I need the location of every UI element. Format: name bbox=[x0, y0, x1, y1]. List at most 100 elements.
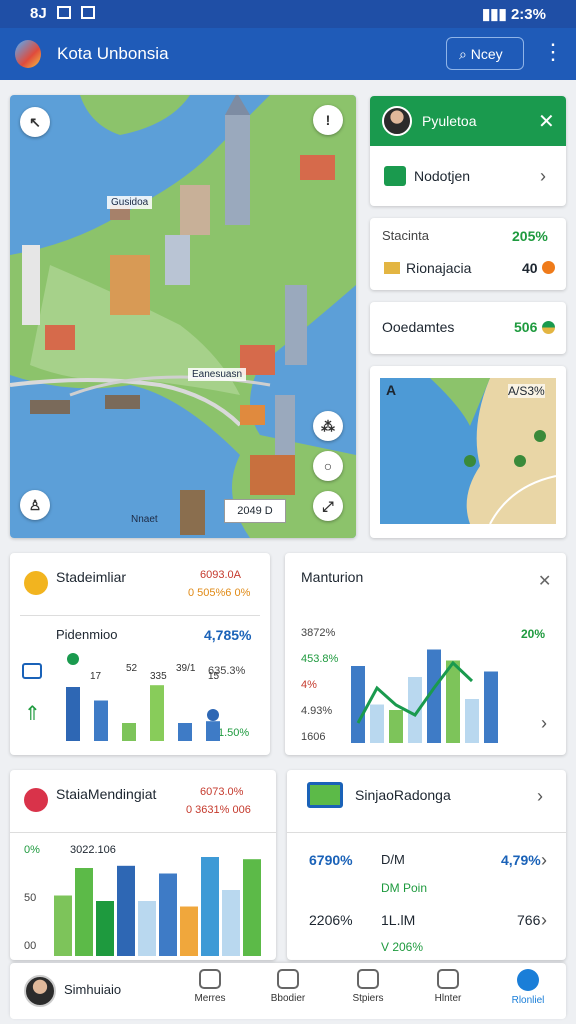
chat-icon bbox=[22, 663, 42, 679]
chart-bar bbox=[446, 660, 460, 743]
chart-card-icon bbox=[24, 571, 48, 595]
stats-card[interactable]: Stacinta 205% Rionajacia 40 bbox=[370, 218, 566, 290]
user-name: Simhuiaio bbox=[64, 982, 122, 997]
bar-label: 17 bbox=[90, 671, 102, 682]
chart-bar bbox=[201, 857, 219, 956]
more-menu-icon[interactable]: ⋮ bbox=[542, 41, 564, 66]
profile-card: Pyuletoa ✕ Nodotjen › bbox=[370, 96, 566, 206]
coordinates-label: Ooedamtes bbox=[382, 319, 455, 335]
profile-title: Pyuletoa bbox=[422, 113, 477, 129]
notification-icon bbox=[56, 6, 71, 19]
manturion-tick: 1606 bbox=[301, 731, 326, 743]
divider bbox=[20, 615, 260, 616]
stats-item: Rionajacia bbox=[406, 260, 472, 276]
nav-profile[interactable]: Rlonliel bbox=[496, 969, 560, 1006]
stat-chart-subtitle: Pidenmioo bbox=[56, 627, 118, 642]
mini-map-value: A/S3% bbox=[508, 384, 545, 398]
info-icon[interactable]: ! bbox=[313, 105, 343, 135]
chart-bar bbox=[465, 699, 479, 743]
nav-alerts[interactable]: Hlnter bbox=[416, 969, 480, 1004]
mini-map-card[interactable]: A A/S3% bbox=[370, 366, 566, 538]
region-title: SinjaoRadonga bbox=[355, 787, 451, 803]
app-title: Kota Unbonsia bbox=[57, 44, 169, 63]
app-logo-icon bbox=[15, 40, 41, 68]
chart-bar bbox=[122, 723, 136, 741]
coordinates-card[interactable]: Ooedamtes 506 bbox=[370, 302, 566, 354]
chevron-right-icon: › bbox=[540, 166, 546, 186]
app-bar: Kota Unbonsia ⌕ Ncey ⋮ bbox=[0, 28, 576, 80]
chart-bar bbox=[150, 685, 164, 741]
region-r4: V 206% bbox=[381, 940, 424, 954]
chevron-right-icon[interactable]: › bbox=[541, 850, 547, 871]
location-icon[interactable]: ♙ bbox=[20, 490, 50, 520]
divider bbox=[287, 832, 566, 833]
chart-bar bbox=[243, 859, 261, 956]
compass-icon[interactable]: ↖ bbox=[20, 107, 50, 137]
manturion-tick: 4% bbox=[301, 679, 317, 691]
refresh-icon[interactable]: ○ bbox=[313, 451, 343, 481]
close-icon[interactable]: ✕ bbox=[538, 571, 551, 591]
arrow-up-icon: ⇑ bbox=[24, 703, 41, 725]
bar-label: 335 bbox=[150, 671, 167, 682]
profile-item-label: Nodotjen bbox=[414, 168, 471, 184]
nav-edit[interactable]: Bbodier bbox=[256, 969, 320, 1004]
bell-icon bbox=[437, 969, 459, 989]
nav-stats[interactable]: Stpiers bbox=[336, 969, 400, 1004]
region-r3-left: 2206% bbox=[309, 912, 353, 928]
region-r1-mid: D/M bbox=[381, 852, 405, 867]
nav-home[interactable]: Merres bbox=[178, 969, 242, 1004]
region-r1-left: 6790% bbox=[309, 852, 353, 868]
bar-label: 52 bbox=[126, 663, 138, 674]
manturion-card: Manturion ✕ 20% › 3872% 453.8% 4% 4.93% 1606 bbox=[285, 553, 566, 755]
chevron-right-icon[interactable]: › bbox=[541, 910, 547, 931]
chart-bar bbox=[222, 890, 240, 956]
notification-icon-2 bbox=[80, 6, 95, 19]
chart-bar bbox=[96, 901, 114, 956]
chart-bar bbox=[75, 868, 93, 956]
layers-icon[interactable]: ⁂ bbox=[313, 411, 343, 441]
stat-chart-badge1: 6093.0A bbox=[200, 569, 241, 581]
home-icon bbox=[199, 969, 221, 989]
sales-badge2: 0 3631% 006 bbox=[186, 804, 251, 816]
avatar bbox=[382, 106, 412, 136]
map-label-bottom: Eanesuasn bbox=[188, 368, 247, 381]
chart-bar bbox=[351, 666, 365, 743]
close-icon[interactable]: ✕ bbox=[538, 109, 555, 134]
status-time: 8J bbox=[30, 5, 47, 22]
profile-card-header: Pyuletoa ✕ bbox=[370, 96, 566, 146]
alert-icon bbox=[542, 261, 555, 274]
region-r3-right: 766 bbox=[517, 912, 541, 928]
user-avatar[interactable] bbox=[24, 975, 56, 1007]
mini-map-label: A bbox=[386, 382, 397, 398]
battery-level: 2:3% bbox=[510, 6, 546, 23]
chart-bar bbox=[370, 704, 384, 743]
stat-chart-title: Stadeimliar bbox=[56, 569, 127, 585]
region-card: SinjaoRadonga › 6790% D/M 4,79% › DM Poi… bbox=[287, 770, 566, 960]
bottom-nav: Simhuiaio Merres Bbodier Stpiers Hlnter … bbox=[10, 963, 566, 1019]
sales-badge1: 6073.0% bbox=[200, 786, 244, 798]
search-icon: ⌕ bbox=[459, 46, 471, 62]
chart-bar bbox=[54, 895, 72, 956]
sales-tick: 00 bbox=[24, 940, 37, 952]
chart-bar bbox=[159, 873, 177, 956]
chart-bar bbox=[180, 906, 198, 956]
sales-tick: 50 bbox=[24, 892, 37, 904]
region-r3-mid: 1L.lM bbox=[381, 912, 416, 928]
zoom-level: 2049 D bbox=[224, 499, 286, 523]
region-r2-mid: DM Poin bbox=[381, 881, 428, 895]
sales-title: StaiaMendingiat bbox=[56, 786, 157, 802]
manturion-tick: 453.8% bbox=[301, 653, 339, 665]
nav-home-label: Merres bbox=[194, 993, 226, 1004]
stats-value: 205% bbox=[512, 228, 548, 244]
chart-bar bbox=[389, 710, 403, 743]
map-illustration bbox=[10, 95, 356, 538]
expand-icon[interactable]: ⤢ bbox=[313, 491, 343, 521]
search-button[interactable]: ⌕ Ncey bbox=[446, 37, 524, 70]
chart-marker bbox=[67, 653, 79, 665]
city-map[interactable]: ↖ ! ♙ ⁂ ○ ⤢ Gusidoa Eanesuasn Nnaet 2049… bbox=[10, 95, 356, 538]
map-label-corner: Nnaet bbox=[131, 514, 158, 525]
divider bbox=[10, 832, 276, 833]
stats-item-value: 40 bbox=[522, 260, 538, 276]
region-r1-right: 4,79% bbox=[501, 852, 541, 868]
coordinates-value: 506 bbox=[514, 319, 538, 335]
